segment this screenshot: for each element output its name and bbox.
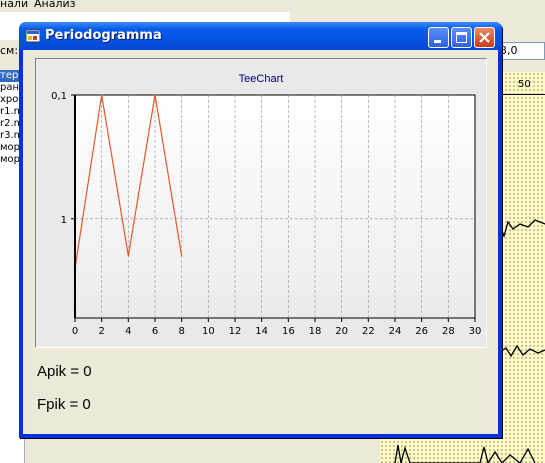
plot-area [74, 94, 476, 319]
chart-canvas: TeeChart 0 2 4 6 8 10 12 14 16 18 20 22 24 26 28 30 0,1… [51, 73, 482, 337]
series-point [127, 255, 129, 257]
x-tick-label: 8 [178, 326, 184, 337]
series-point [154, 94, 156, 96]
maximize-button[interactable] [451, 27, 472, 48]
series-point [101, 94, 103, 96]
x-tick-label: 4 [125, 326, 131, 337]
x-tick-label: 20 [335, 326, 348, 337]
window-title: Periodogramma [45, 28, 162, 43]
x-tick-label: 22 [362, 326, 375, 337]
background-menubar: нали Анализ [0, 0, 545, 12]
x-tick-label: 6 [152, 326, 158, 337]
x-tick-label: 28 [442, 326, 455, 337]
background-ruler-label: 50 [518, 79, 531, 90]
y-tick-label: 1 [61, 215, 67, 226]
menu-item[interactable]: нали [0, 0, 28, 10]
x-tick-label: 10 [202, 326, 215, 337]
minimize-icon [434, 40, 441, 43]
y-axis-ticks: 0,11 [51, 91, 75, 226]
series-point [181, 255, 183, 257]
periodogram-window: Periodogramma TeeChart 0 2 4 6 8 10 12 1… [19, 22, 502, 438]
x-axis-ticks: 0 2 4 6 8 10 12 14 16 18 20 22 24 26 28 30 [72, 318, 482, 337]
x-tick-label: 26 [415, 326, 428, 337]
close-icon [479, 32, 490, 43]
fpik-label: Fpik = 0 [37, 396, 91, 413]
y-tick-label: 0,1 [51, 91, 67, 102]
background-panel [250, 436, 380, 463]
close-button[interactable] [474, 27, 495, 48]
x-tick-label: 18 [309, 326, 322, 337]
title-bar[interactable]: Periodogramma [19, 22, 502, 50]
menu-item-analysis[interactable]: Анализ [34, 0, 76, 10]
x-tick-label: 30 [469, 326, 482, 337]
maximize-icon [456, 32, 467, 43]
minimize-button[interactable] [428, 27, 449, 48]
window-client-area: TeeChart 0 2 4 6 8 10 12 14 16 18 20 22 24 26 28 30 0,1… [23, 50, 498, 434]
app-window-icon [26, 29, 40, 43]
chart-title: TeeChart [239, 73, 284, 85]
x-tick-label: 24 [389, 326, 402, 337]
param-label: см: [0, 44, 19, 57]
x-tick-label: 14 [255, 326, 268, 337]
x-tick-label: 16 [282, 326, 295, 337]
x-tick-label: 0 [72, 326, 78, 337]
x-tick-label: 2 [98, 326, 104, 337]
periodogram-chart[interactable]: TeeChart 0 2 4 6 8 10 12 14 16 18 20 22 24 26 28 30 0,1… [35, 58, 487, 348]
x-tick-label: 12 [229, 326, 242, 337]
param-input[interactable]: 3,0 [496, 42, 545, 60]
apik-label: Apik = 0 [37, 363, 92, 380]
